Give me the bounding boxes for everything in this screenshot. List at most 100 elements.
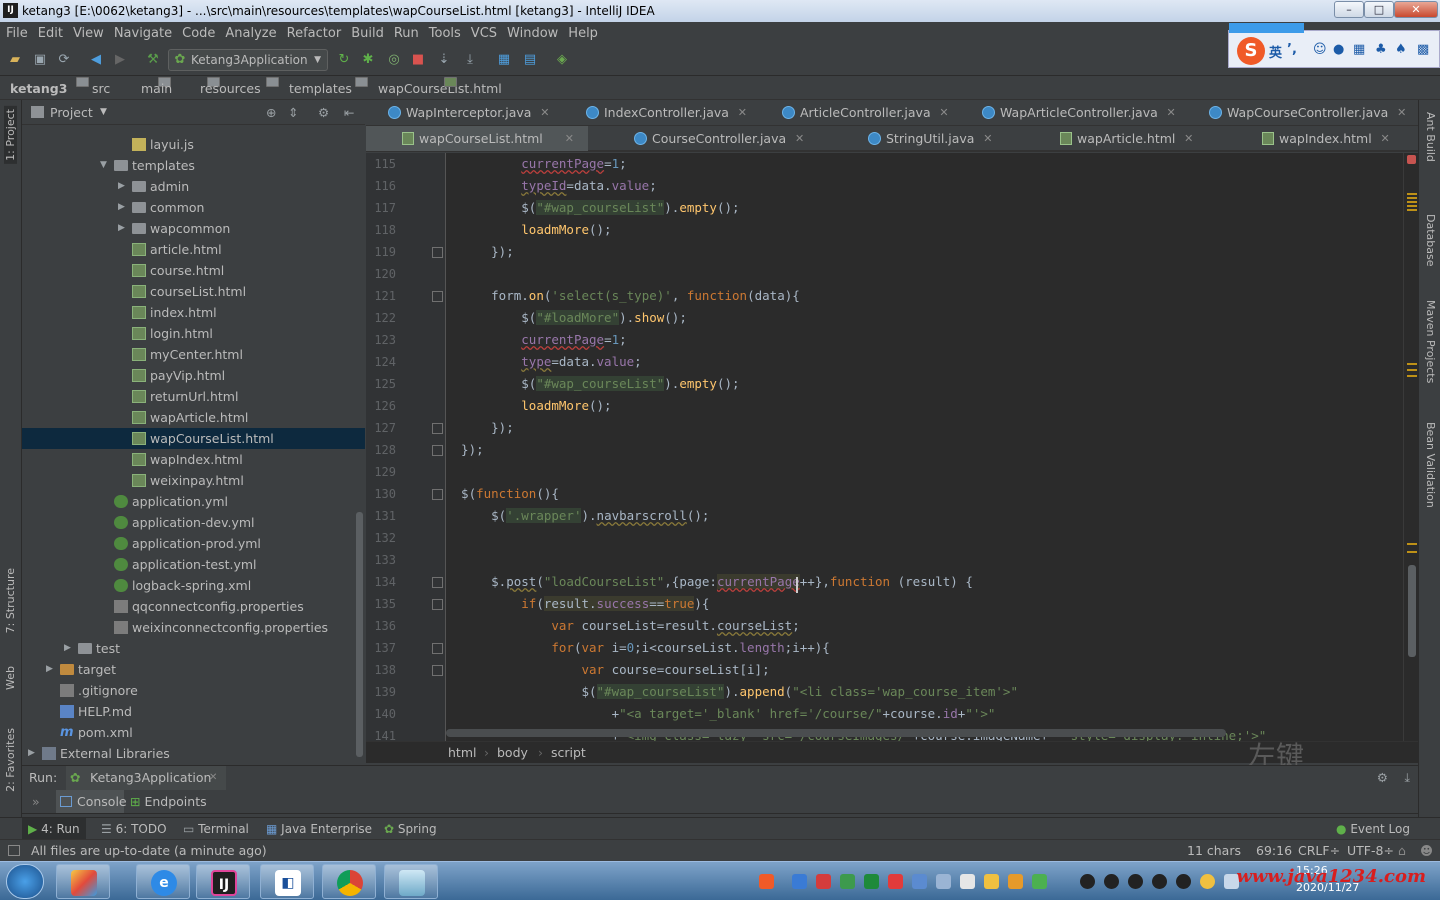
download-icon[interactable]: ⤓ <box>462 52 478 68</box>
tree-node[interactable]: weixinconnectconfig.properties <box>22 617 365 638</box>
open-folder-icon[interactable]: ▰ <box>7 52 23 68</box>
breadcrumb-resources[interactable]: resources <box>200 77 279 100</box>
status-caret-position[interactable]: 69:16 <box>1256 840 1292 861</box>
code-crumb-body[interactable]: body <box>497 742 528 764</box>
error-indicator-icon[interactable] <box>1407 155 1416 164</box>
warning-mark[interactable] <box>1407 375 1417 377</box>
taskbar-intellij[interactable]: IJ <box>196 864 250 899</box>
warning-mark[interactable] <box>1407 209 1417 211</box>
tool-tab-run[interactable]: ▶ 4: Run <box>22 818 86 840</box>
close-icon[interactable]: ✕ <box>1184 126 1193 151</box>
coverage-icon[interactable]: ◎ <box>386 52 402 68</box>
chevron-right-icon[interactable]: ▶ <box>118 176 128 197</box>
taskbar-app-2[interactable]: e <box>136 864 190 899</box>
warning-mark[interactable] <box>1407 363 1417 365</box>
fold-marker-icon[interactable] <box>432 665 443 676</box>
breadcrumb-project[interactable]: ketang3 <box>10 77 89 100</box>
close-button[interactable]: ✕ <box>1394 1 1438 18</box>
sogou-tray-icon[interactable] <box>759 874 774 889</box>
warning-mark[interactable] <box>1407 369 1417 371</box>
menu-analyze[interactable]: Analyze <box>220 23 281 45</box>
menu-edit[interactable]: Edit <box>33 23 68 45</box>
taskbar-app-4[interactable]: ◧ <box>260 864 314 899</box>
editor-tab[interactable]: wapArticle.html ✕ <box>1060 126 1193 151</box>
error-stripe[interactable] <box>1403 153 1418 741</box>
menu-build[interactable]: Build <box>346 23 389 45</box>
console-tab[interactable]: Console <box>56 790 127 813</box>
close-icon[interactable]: ✕ <box>1167 100 1176 125</box>
fold-marker-icon[interactable] <box>432 489 443 500</box>
tool-tab-spring[interactable]: ✿ Spring <box>384 818 437 840</box>
expand-icon[interactable]: » <box>32 790 40 814</box>
close-icon[interactable]: ✕ <box>983 126 992 151</box>
tree-node[interactable]: m pom.xml <box>22 722 365 743</box>
editor-tab[interactable]: wapIndex.html ✕ <box>1262 126 1390 151</box>
scroll-from-source-icon[interactable]: ⊕ <box>266 100 276 125</box>
windows-start-button[interactable] <box>6 864 44 899</box>
fold-marker-icon[interactable] <box>432 291 443 302</box>
ime-punctuation-toggle[interactable]: ’, <box>1287 42 1297 57</box>
menu-navigate[interactable]: Navigate <box>109 23 177 45</box>
tool-tab-todo[interactable]: ☰ 6: TODO <box>101 818 167 840</box>
ime-skin-icon[interactable]: ♠ <box>1395 42 1407 57</box>
tree-node[interactable]: courseList.html <box>22 281 365 302</box>
ime-emoji-icon[interactable]: ☺ <box>1313 42 1327 57</box>
fold-marker-icon[interactable] <box>432 577 443 588</box>
close-icon[interactable]: ✕ <box>795 126 804 151</box>
editor-tab[interactable]: WapInterceptor.java ✕ <box>388 100 549 125</box>
wechat-icon[interactable] <box>1032 874 1047 889</box>
collapse-all-icon[interactable]: ⇕ <box>288 100 298 125</box>
tree-node[interactable]: wapArticle.html <box>22 407 365 428</box>
taskbar-app-6[interactable] <box>384 864 438 899</box>
qq-icon[interactable] <box>1080 874 1095 889</box>
tool-tab-terminal[interactable]: ▭ Terminal <box>183 818 249 840</box>
bean-validation-tool-tab[interactable]: Bean Validation <box>1424 422 1437 508</box>
tray-icon-s[interactable] <box>888 874 903 889</box>
menu-code[interactable]: Code <box>177 23 220 45</box>
taskbar-chrome[interactable] <box>322 864 376 899</box>
inspection-icon[interactable]: ☻ <box>1420 840 1433 861</box>
horizontal-scrollbar[interactable] <box>446 729 1226 737</box>
tree-node[interactable]: application.yml <box>22 491 365 512</box>
ime-mic-icon[interactable]: ● <box>1333 42 1344 57</box>
warning-mark[interactable] <box>1407 551 1417 553</box>
endpoints-tab[interactable]: ⊞ Endpoints <box>130 790 207 814</box>
tree-node[interactable]: logback-spring.xml <box>22 575 365 596</box>
qq-icon[interactable] <box>1128 874 1143 889</box>
chevron-right-icon[interactable]: ▶ <box>46 659 56 680</box>
qq-icon[interactable] <box>1176 874 1191 889</box>
chevron-right-icon[interactable]: ▶ <box>28 743 38 764</box>
warning-mark[interactable] <box>1407 193 1417 195</box>
save-icon[interactable]: ▣ <box>32 52 48 68</box>
status-line-separator[interactable]: CRLF÷ <box>1298 840 1340 861</box>
close-icon[interactable]: ✕ <box>939 100 948 125</box>
web-tool-tab[interactable]: Web <box>4 666 17 690</box>
tray-icon-pen[interactable] <box>912 874 927 889</box>
tray-icon-box[interactable] <box>792 874 807 889</box>
ime-language-toggle[interactable]: 英 <box>1269 42 1282 61</box>
tray-icon-network[interactable] <box>936 874 951 889</box>
code-crumb-html[interactable]: html <box>448 742 476 764</box>
gear-icon[interactable]: ⚙ <box>318 100 329 125</box>
fold-marker-icon[interactable] <box>432 599 443 610</box>
editor-tab[interactable]: CourseController.java ✕ <box>634 126 804 151</box>
run-config-tab[interactable]: ✿ Ketang3Application ✕ <box>66 766 226 790</box>
tray-icon-orange[interactable] <box>1008 874 1023 889</box>
tree-node[interactable]: application-test.yml <box>22 554 365 575</box>
event-log-button[interactable]: ● Event Log <box>1336 818 1410 840</box>
tree-node[interactable]: layui.js <box>22 134 365 155</box>
editor-tab[interactable]: WapArticleController.java ✕ <box>982 100 1176 125</box>
settings-window-icon[interactable]: ▤ <box>522 52 538 68</box>
breadcrumb-file[interactable]: wapCourseList.html <box>378 77 502 100</box>
editor-tab[interactable]: WapCourseController.java ✕ <box>1209 100 1406 125</box>
menu-view[interactable]: View <box>68 23 109 45</box>
editor-tab[interactable]: ArticleController.java ✕ <box>782 100 949 125</box>
tree-node[interactable]: ▶ test <box>22 638 365 659</box>
attach-icon[interactable]: ⇣ <box>436 52 452 68</box>
sdk-icon[interactable]: ◈ <box>554 52 570 68</box>
structure-tool-tab[interactable]: 7: Structure <box>4 568 17 633</box>
rerun-icon[interactable]: ↻ <box>336 52 352 68</box>
qq-icon[interactable] <box>1104 874 1119 889</box>
tree-node[interactable]: ▼ templates <box>22 155 365 176</box>
debug-bug-icon[interactable]: ✱ <box>360 52 376 68</box>
